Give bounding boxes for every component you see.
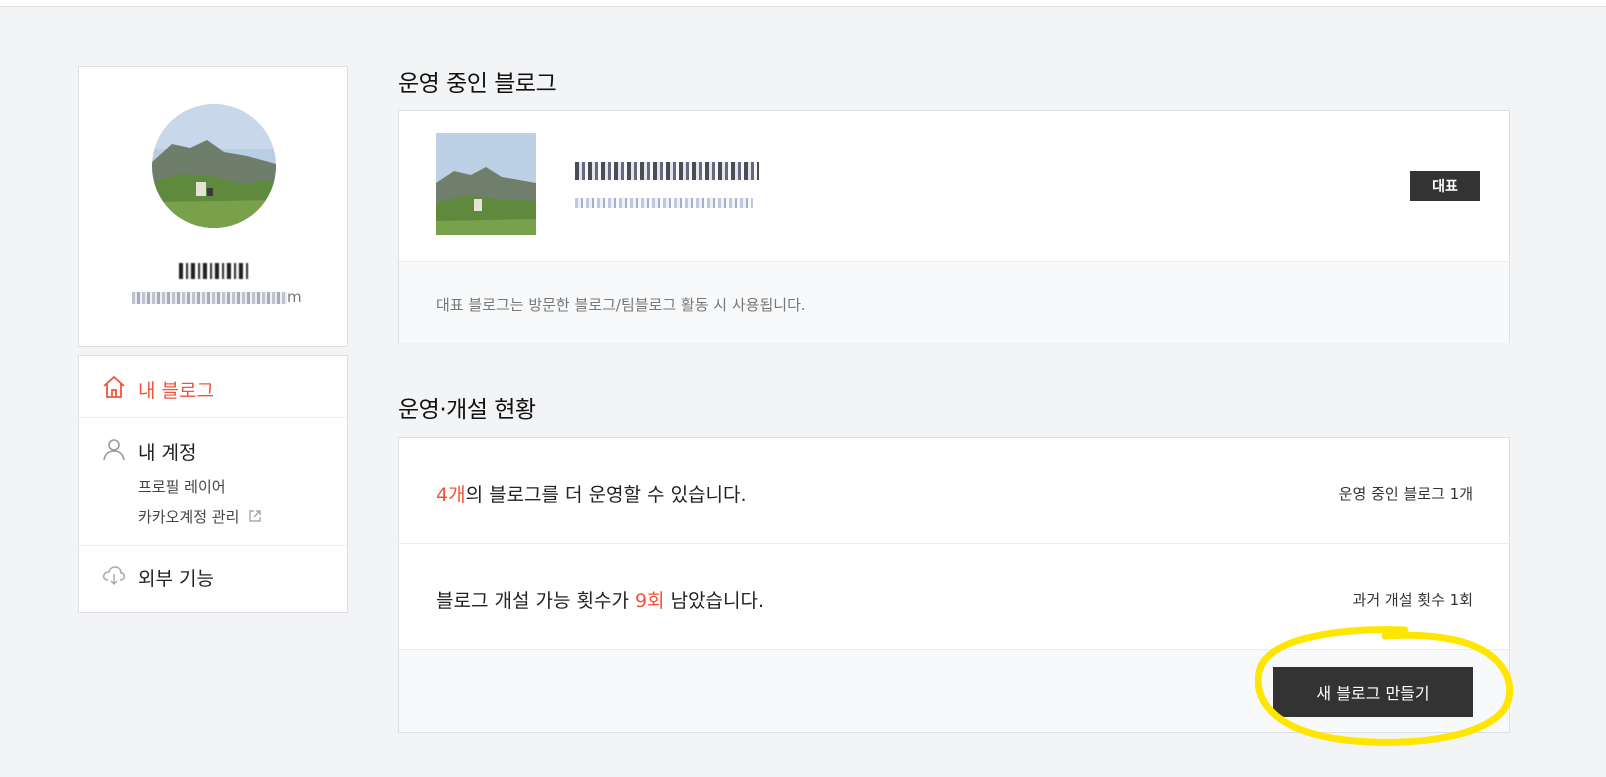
representative-badge: 대표 <box>1410 171 1480 201</box>
section-title-running: 운영 중인 블로그 <box>398 71 557 97</box>
blog-note: 대표 블로그는 방문한 블로그/팀블로그 활동 시 사용됩니다. <box>399 261 1509 343</box>
profile-card: m <box>78 66 348 347</box>
blog-title-redacted[interactable] <box>575 162 759 180</box>
home-icon <box>101 374 127 400</box>
avatar[interactable] <box>152 104 276 228</box>
status-row-blogs: 4개의 블로그를 더 운영할 수 있습니다. 운영 중인 블로그 1개 <box>399 438 1509 544</box>
kakao-account-link[interactable]: 카카오계정 관리 <box>138 506 239 527</box>
nav-label-external: 외부 기능 <box>138 568 214 590</box>
past-creation-count: 과거 개설 횟수 1회 <box>1352 591 1473 609</box>
remaining-creation-count: 9회 <box>634 590 665 612</box>
remaining-blog-count: 4개 <box>436 484 466 506</box>
side-nav: 내 블로그 내 계정 프로필 레이어 카카오계정 관리 외부 기능 <box>78 355 348 613</box>
new-blog-button[interactable]: 새 블로그 만들기 <box>1273 667 1473 717</box>
status-row-creations: 블로그 개설 가능 횟수가 9회 남았습니다. 과거 개설 횟수 1회 <box>399 544 1509 650</box>
status-blogs-text: 4개의 블로그를 더 운영할 수 있습니다. <box>436 484 747 506</box>
profile-name-redacted <box>179 263 249 279</box>
profile-email-redacted <box>132 292 287 304</box>
top-bar <box>0 0 1606 7</box>
user-icon <box>101 436 127 462</box>
running-blog-count: 운영 중인 블로그 1개 <box>1338 485 1473 503</box>
section-title-status: 운영·개설 현황 <box>398 397 536 423</box>
blog-card: 대표 대표 블로그는 방문한 블로그/팀블로그 활동 시 사용됩니다. <box>398 110 1510 343</box>
blog-url-redacted <box>575 198 753 208</box>
nav-label-my-blog: 내 블로그 <box>138 380 214 402</box>
external-link-icon <box>248 508 262 522</box>
nav-label-my-account: 내 계정 <box>138 442 197 464</box>
blog-thumbnail[interactable] <box>436 133 536 235</box>
nav-item-external[interactable]: 외부 기능 <box>79 546 347 612</box>
cloud-download-icon <box>101 562 127 588</box>
nav-item-my-account[interactable]: 내 계정 프로필 레이어 카카오계정 관리 <box>79 418 347 546</box>
status-creations-text: 블로그 개설 가능 횟수가 9회 남았습니다. <box>436 590 765 612</box>
status-footer: 새 블로그 만들기 <box>399 650 1509 732</box>
blog-note-text: 대표 블로그는 방문한 블로그/팀블로그 활동 시 사용됩니다. <box>436 296 806 314</box>
status-card: 4개의 블로그를 더 운영할 수 있습니다. 운영 중인 블로그 1개 블로그 … <box>398 437 1510 733</box>
profile-email-tail: m <box>287 288 302 306</box>
profile-layer-link[interactable]: 프로필 레이어 <box>138 476 226 497</box>
nav-item-my-blog[interactable]: 내 블로그 <box>79 356 347 418</box>
